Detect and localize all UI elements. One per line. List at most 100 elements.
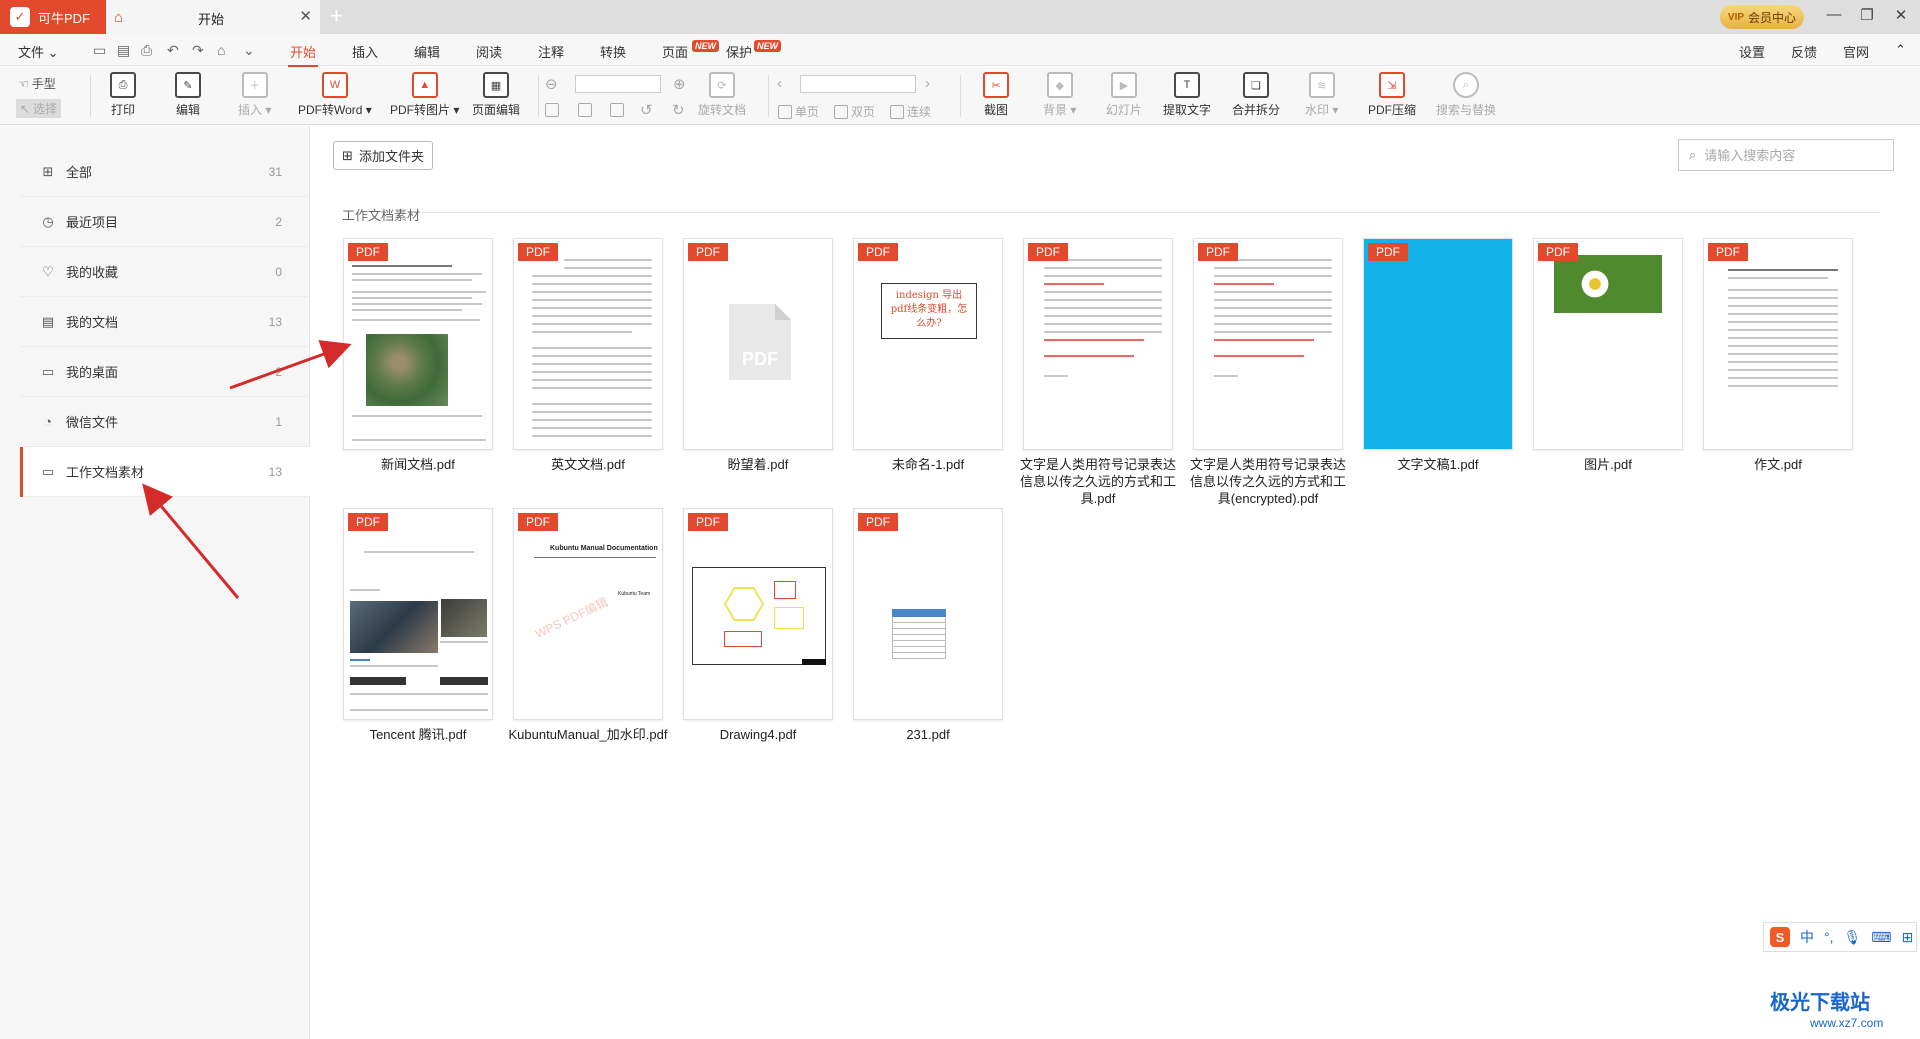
redo-icon[interactable]: ↷ [192, 42, 204, 59]
punctuation-icon[interactable]: °, [1824, 929, 1834, 945]
menu-convert[interactable]: 转换 [600, 42, 626, 61]
insert-button[interactable]: ＋插入 ▾ [238, 72, 271, 118]
file-menu[interactable]: 文件 ⌄ [18, 42, 59, 61]
single-page-toggle[interactable]: 单页 [778, 103, 819, 120]
ime-grid-icon[interactable]: ⊞ [1902, 929, 1914, 946]
page-number-input[interactable] [800, 75, 916, 93]
sidebar-item-my-documents[interactable]: ▤ 我的文档 13 [20, 297, 310, 347]
rotate-doc-button[interactable]: ⟳ 旋转文档 [698, 72, 746, 118]
file-name[interactable]: 未命名-1.pdf [848, 456, 1008, 473]
settings-link[interactable]: 设置 [1739, 42, 1765, 61]
close-tab-icon[interactable]: ✕ [299, 7, 312, 25]
zoom-in-icon[interactable]: ⊕ [673, 75, 686, 93]
menu-annotate[interactable]: 注释 [538, 42, 564, 61]
hand-tool[interactable]: ☜ 手型 [18, 75, 56, 92]
save-icon[interactable]: ▤ [117, 42, 130, 59]
search-box[interactable]: ⌕ [1678, 139, 1894, 171]
file-name[interactable]: 新闻文档.pdf [338, 456, 498, 473]
website-link[interactable]: 官网 [1843, 42, 1869, 61]
open-icon[interactable]: ▭ [93, 42, 106, 59]
search-replace-button[interactable]: ⌕ 搜索与替换 [1436, 72, 1496, 118]
sidebar-item-work-materials[interactable]: ▭ 工作文档素材 13 [20, 447, 310, 497]
more-quick-icon[interactable]: ⌄ [243, 42, 255, 59]
fit-page-icon[interactable] [545, 103, 559, 117]
slideshow-button[interactable]: ▶ 幻灯片 [1106, 72, 1142, 118]
ime-language[interactable]: 中 [1800, 927, 1814, 947]
undo-icon[interactable]: ↶ [167, 42, 179, 59]
page-edit-button[interactable]: ▦ 页面编辑 [472, 72, 520, 118]
select-tool[interactable]: ↖ 选择 [16, 99, 62, 118]
sidebar-item-recent[interactable]: ◷ 最近项目 2 [20, 197, 310, 247]
zoom-out-icon[interactable]: ⊖ [545, 75, 558, 93]
file-card[interactable]: PDF [1703, 238, 1853, 450]
minimize-icon[interactable]: — [1819, 6, 1849, 23]
file-card[interactable]: PDF indesign 导出pdf线条变粗，怎么办? [853, 238, 1003, 450]
pdf-to-word-button[interactable]: W PDF转Word ▾ [298, 72, 372, 118]
file-card[interactable]: PDF [1023, 238, 1173, 450]
file-name[interactable]: 文字是人类用符号记录表达信息以传之久远的方式和工具.pdf [1018, 456, 1178, 507]
collapse-ribbon-icon[interactable]: ⌃ [1895, 42, 1906, 58]
next-page-icon[interactable]: › [925, 75, 930, 92]
zoom-select[interactable] [575, 75, 661, 93]
merge-split-button[interactable]: ❏ 合并拆分 [1232, 72, 1280, 118]
file-name[interactable]: 文字文稿1.pdf [1358, 456, 1518, 473]
print-quick-icon[interactable]: ⎙ [141, 42, 152, 59]
fit-width-icon[interactable] [578, 103, 592, 117]
ime-toolbar[interactable]: S 中 °, 🎙 ⌨ ⊞ [1763, 922, 1917, 952]
file-name[interactable]: 盼望着.pdf [678, 456, 838, 473]
screenshot-button[interactable]: ✂ 截图 [983, 72, 1009, 118]
double-page-toggle[interactable]: 双页 [834, 103, 875, 120]
file-name[interactable]: 英文文档.pdf [508, 456, 668, 473]
tab-start[interactable]: ⌂ 开始 ✕ [106, 0, 320, 34]
file-name[interactable]: Drawing4.pdf [678, 726, 838, 743]
vip-center-button[interactable]: VIP 会员中心 [1720, 5, 1804, 29]
file-name[interactable]: KubuntuManual_加水印.pdf [508, 726, 668, 743]
rotate-right-icon[interactable]: ↻ [672, 101, 685, 119]
home-icon[interactable]: ⌂ [114, 9, 138, 26]
keyboard-icon[interactable]: ⌨ [1871, 929, 1891, 946]
rotate-left-icon[interactable]: ↺ [640, 101, 653, 119]
file-name[interactable]: 231.pdf [848, 726, 1008, 743]
file-card[interactable]: PDF PDF [683, 238, 833, 450]
file-name[interactable]: 图片.pdf [1528, 456, 1688, 473]
menu-insert[interactable]: 插入 [352, 42, 378, 61]
menu-start[interactable]: 开始 [287, 42, 319, 67]
pdf-to-image-button[interactable]: ▲ PDF转图片 ▾ [390, 72, 459, 118]
background-button[interactable]: ◆ 背景 ▾ [1043, 72, 1076, 118]
file-card[interactable]: PDF [343, 508, 493, 720]
home-quick-icon[interactable]: ⌂ [217, 42, 225, 58]
restore-icon[interactable]: ❐ [1852, 6, 1882, 24]
file-card[interactable]: PDF [343, 238, 493, 450]
continuous-toggle[interactable]: 连续 [890, 103, 931, 120]
microphone-icon[interactable]: 🎙 [1844, 929, 1862, 946]
menu-protect[interactable]: 保护 [726, 42, 752, 61]
search-input[interactable] [1704, 147, 1875, 163]
sidebar-item-wechat[interactable]: ◔ 微信文件 1 [20, 397, 310, 447]
menu-page[interactable]: 页面 [662, 42, 688, 61]
compress-button[interactable]: ⇲ PDF压缩 [1368, 72, 1416, 118]
close-window-icon[interactable]: ✕ [1886, 6, 1916, 24]
app-tab[interactable]: ✓ 可牛PDF [0, 0, 106, 34]
file-name[interactable]: 文字是人类用符号记录表达信息以传之久远的方式和工具(encrypted).pdf [1188, 456, 1348, 507]
new-tab-icon[interactable]: + [330, 3, 343, 29]
add-folder-button[interactable]: ⊞ 添加文件夹 [333, 141, 433, 170]
actual-size-icon[interactable] [610, 103, 624, 117]
file-card[interactable]: PDF Kubuntu Manual Documentation Kubuntu… [513, 508, 663, 720]
file-card[interactable]: PDF [683, 508, 833, 720]
extract-text-button[interactable]: T 提取文字 [1163, 72, 1211, 118]
file-card[interactable]: PDF [853, 508, 1003, 720]
prev-page-icon[interactable]: ‹ [777, 75, 782, 92]
menu-read[interactable]: 阅读 [476, 42, 502, 61]
file-card[interactable]: PDF [1363, 238, 1513, 450]
feedback-link[interactable]: 反馈 [1791, 42, 1817, 61]
edit-button[interactable]: ✎ 编辑 [175, 72, 201, 118]
file-card[interactable]: PDF [513, 238, 663, 450]
sidebar-item-all[interactable]: ⊞ 全部 31 [20, 147, 310, 197]
sidebar-item-desktop[interactable]: ▭ 我的桌面 2 [20, 347, 310, 397]
file-name[interactable]: 作文.pdf [1698, 456, 1858, 473]
print-button[interactable]: ⎙ 打印 [110, 72, 136, 118]
menu-edit[interactable]: 编辑 [414, 42, 440, 61]
sidebar-item-favorites[interactable]: ♡ 我的收藏 0 [20, 247, 310, 297]
file-name[interactable]: Tencent 腾讯.pdf [338, 726, 498, 743]
file-card[interactable]: PDF [1533, 238, 1683, 450]
